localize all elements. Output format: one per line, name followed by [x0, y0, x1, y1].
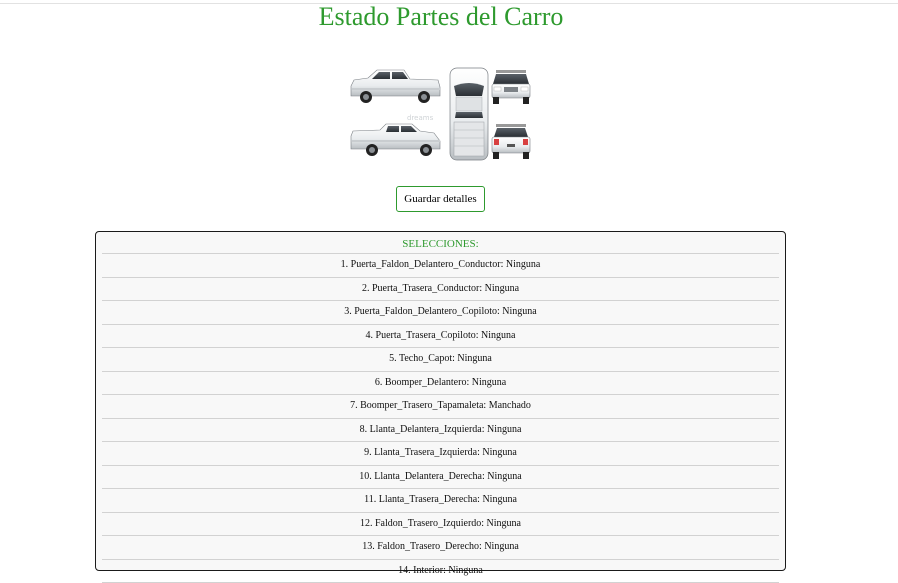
truck-rear-view[interactable] — [492, 124, 530, 159]
selections-list: 1. Puerta_Faldon_Delantero_Conductor: Ni… — [102, 253, 779, 583]
selections-panel: SELECCIONES: 1. Puerta_Faldon_Delantero_… — [95, 231, 786, 571]
selection-item: 6. Boomper_Delantero: Ninguna — [102, 372, 779, 396]
selection-item: 4. Puerta_Trasera_Copiloto: Ninguna — [102, 325, 779, 349]
selection-item: 7. Boomper_Trasero_Tapamaleta: Manchado — [102, 395, 779, 419]
save-details-button[interactable]: Guardar detalles — [396, 186, 485, 212]
selection-item: 1. Puerta_Faldon_Delantero_Conductor: Ni… — [102, 253, 779, 278]
selections-heading: SELECCIONES: — [96, 238, 785, 250]
page-title: Estado Partes del Carro — [0, 2, 882, 32]
truck-right-side-view[interactable] — [351, 124, 440, 156]
selection-item: 14. Interior: Ninguna — [102, 560, 779, 583]
truck-left-side-view[interactable] — [351, 70, 440, 103]
selection-item: 9. Llanta_Trasera_Izquierda: Ninguna — [102, 442, 779, 466]
selection-item: 5. Techo_Capot: Ninguna — [102, 348, 779, 372]
selection-item: 10. Llanta_Delantera_Derecha: Ninguna — [102, 466, 779, 490]
diagram-watermark: dreams — [407, 114, 434, 122]
selection-item: 13. Faldon_Trasero_Derecho: Ninguna — [102, 536, 779, 560]
selection-item: 2. Puerta_Trasera_Conductor: Ninguna — [102, 278, 779, 302]
selection-item: 8. Llanta_Delantera_Izquierda: Ninguna — [102, 419, 779, 443]
truck-front-view[interactable] — [492, 70, 530, 104]
selection-item: 12. Faldon_Trasero_Izquierdo: Ninguna — [102, 513, 779, 537]
selection-item: 11. Llanta_Trasera_Derecha: Ninguna — [102, 489, 779, 513]
car-parts-diagram[interactable]: dreams — [348, 66, 534, 162]
selection-item: 3. Puerta_Faldon_Delantero_Copiloto: Nin… — [102, 301, 779, 325]
